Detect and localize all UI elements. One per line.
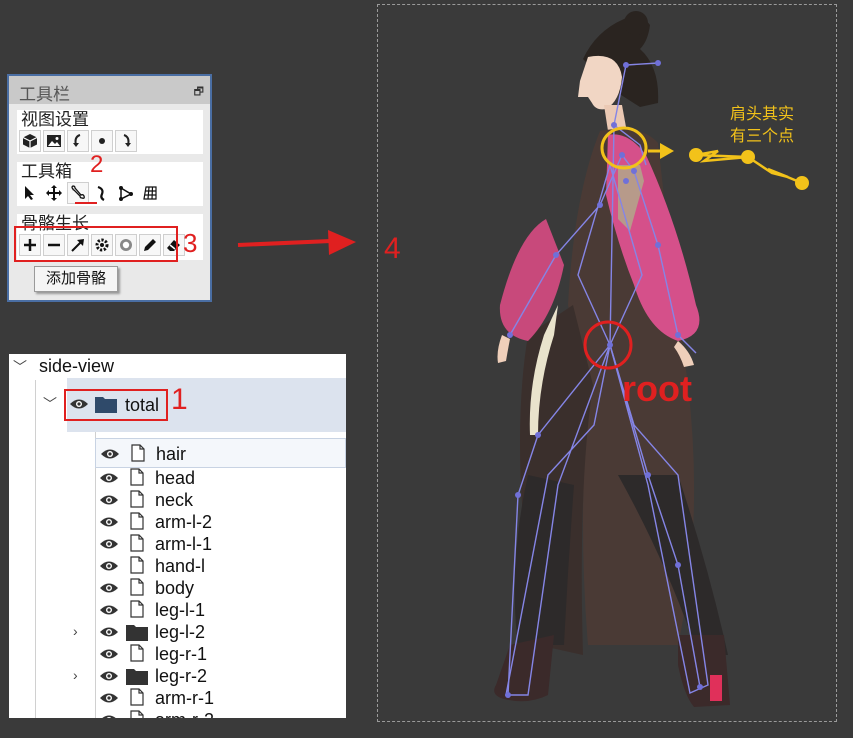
toolbox-group: 工具箱 <box>17 162 203 206</box>
bend-icon[interactable] <box>91 182 113 204</box>
tooltip-add-bone: 添加骨骼 <box>34 266 118 292</box>
layer-name: hand-l <box>155 556 206 576</box>
layer-name: arm-l-2 <box>155 512 212 532</box>
chevron-right-icon[interactable]: › <box>73 623 78 639</box>
tree-root-label: side-view <box>39 356 115 376</box>
shoulder-point-3 <box>795 176 809 190</box>
file-icon <box>130 490 144 508</box>
highlight-box-1 <box>64 389 168 421</box>
layer-row[interactable]: arm-l-1 <box>9 533 346 555</box>
annotation-number-1: 1 <box>171 383 188 416</box>
layer-row[interactable]: neck <box>9 489 346 511</box>
eye-icon[interactable] <box>100 560 118 572</box>
restore-icon[interactable]: 🗗 <box>194 83 204 102</box>
layer-row[interactable]: hair <box>95 438 346 468</box>
layer-row[interactable]: arm-r-2 <box>9 709 346 718</box>
shoulder-note-line1: 肩头其实 <box>730 106 795 123</box>
root-label: root <box>622 368 692 409</box>
file-icon <box>130 644 144 662</box>
chevron-down-icon[interactable]: ﹀ <box>43 394 57 414</box>
file-icon <box>130 578 144 596</box>
eye-icon[interactable] <box>100 692 118 704</box>
eye-icon[interactable] <box>100 626 118 638</box>
trouser-l <box>514 475 574 645</box>
rotate-left-icon[interactable] <box>67 130 89 152</box>
layer-row[interactable]: leg-r-1 <box>9 643 346 665</box>
boot-l <box>494 635 554 702</box>
face-shape <box>578 55 622 110</box>
layer-name: leg-l-2 <box>155 622 206 642</box>
toolbar-titlebar[interactable]: 工具栏 🗗 <box>9 76 210 105</box>
file-icon <box>131 444 145 462</box>
mesh-icon[interactable] <box>139 182 161 204</box>
tree-root-row[interactable]: ﹀ side-view <box>9 354 346 380</box>
file-icon <box>130 556 144 574</box>
layer-row[interactable]: arm-r-1 <box>9 687 346 709</box>
dot-icon[interactable] <box>91 130 113 152</box>
highlight-box-3 <box>14 226 178 262</box>
toolbar-title: 工具栏 <box>19 85 70 105</box>
eye-icon[interactable] <box>100 604 118 616</box>
file-icon <box>130 468 144 486</box>
layer-name: leg-l-1 <box>155 600 206 620</box>
eye-icon[interactable] <box>100 670 118 682</box>
folder-icon <box>126 625 148 641</box>
shoulder-point-1 <box>689 148 703 162</box>
annotation-number-3: 3 <box>183 228 198 258</box>
toolbox-label: 工具箱 <box>21 162 72 182</box>
eye-icon[interactable] <box>100 472 118 484</box>
chevron-down-icon[interactable]: ﹀ <box>13 357 27 377</box>
layer-row[interactable]: leg-l-1 <box>9 599 346 621</box>
file-icon <box>130 688 144 706</box>
layer-row[interactable]: › leg-l-2 <box>9 621 346 643</box>
layer-row[interactable]: › leg-r-2 <box>9 665 346 687</box>
file-icon <box>130 534 144 552</box>
hand-l <box>497 335 510 363</box>
layer-name: body <box>155 578 195 598</box>
file-icon <box>130 512 144 530</box>
eye-icon[interactable] <box>100 582 118 594</box>
bone-icon[interactable] <box>67 182 89 204</box>
eye-icon[interactable] <box>100 538 118 550</box>
image-icon[interactable] <box>43 130 65 152</box>
layer-row[interactable]: head <box>9 467 346 489</box>
layer-row[interactable]: arm-l-2 <box>9 511 346 533</box>
layer-name: head <box>155 468 196 488</box>
layer-name: arm-r-2 <box>155 710 214 718</box>
layer-name: arm-r-1 <box>155 688 214 708</box>
eye-icon[interactable] <box>100 648 118 660</box>
layer-name: leg-r-2 <box>155 666 208 686</box>
chevron-right-icon[interactable]: › <box>73 667 78 683</box>
layer-name: neck <box>155 490 194 510</box>
layer-name: leg-r-1 <box>155 644 208 664</box>
eye-icon[interactable] <box>100 494 118 506</box>
layer-name: arm-l-1 <box>155 534 212 554</box>
shoulder-note-line2: 有三个点 <box>730 128 795 145</box>
red-arrow-icon <box>237 230 356 255</box>
shoulder-point-2 <box>741 150 755 164</box>
annotation-number-2: 2 <box>90 151 104 178</box>
eye-icon[interactable] <box>101 448 119 460</box>
yellow-arrow-head <box>660 143 674 159</box>
rotate-right-icon[interactable] <box>115 130 137 152</box>
pointer-icon[interactable] <box>19 182 41 204</box>
eye-icon[interactable] <box>100 714 118 718</box>
layer-name: hair <box>156 444 187 464</box>
file-icon <box>130 710 144 718</box>
folder-icon <box>126 669 148 685</box>
eye-icon[interactable] <box>100 516 118 528</box>
file-icon <box>130 600 144 618</box>
underline-bone-tool <box>75 202 97 204</box>
boot-tassel <box>710 675 722 701</box>
hair-bun <box>624 11 648 35</box>
cube-icon[interactable] <box>19 130 41 152</box>
move-icon[interactable] <box>43 182 65 204</box>
view-settings-group: 视图设置 <box>17 110 203 154</box>
vertex-icon[interactable] <box>115 182 137 204</box>
layer-row[interactable]: hand-l <box>9 555 346 577</box>
layer-row[interactable]: body <box>9 577 346 599</box>
view-settings-label: 视图设置 <box>21 110 89 130</box>
